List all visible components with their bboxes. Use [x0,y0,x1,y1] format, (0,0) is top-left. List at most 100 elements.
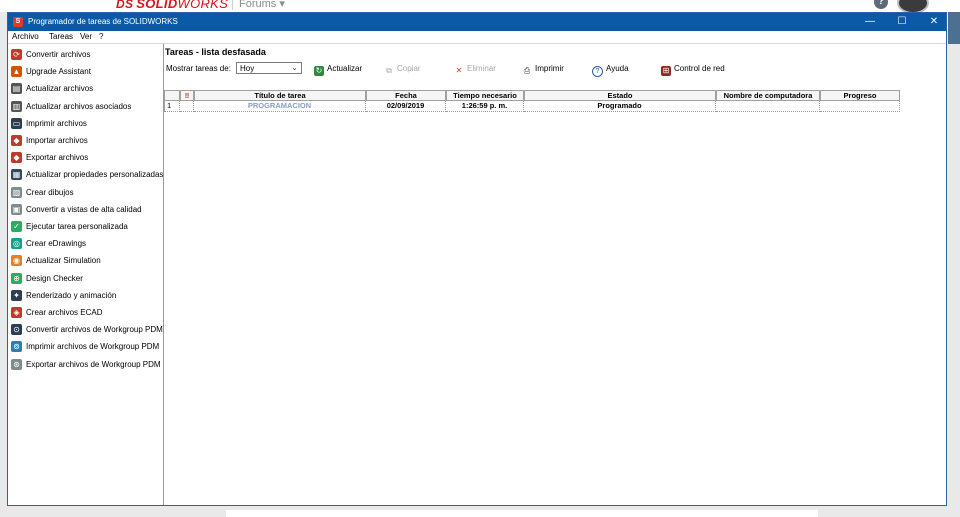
create-drawings-icon: ▨ [11,186,22,198]
task-computer-cell [716,101,820,112]
edrawings-icon: ◎ [11,238,22,250]
print-button[interactable]: ⎙ Imprimir [522,64,564,76]
header-computer-name[interactable]: Nombre de computadora [716,90,820,101]
task-item-label: Imprimir archivos [26,118,87,128]
window-titlebar[interactable]: S Programador de tareas de SOLIDWORKS — … [8,13,946,31]
task-item-label: Actualizar propiedades personalizadas [26,170,164,180]
chevron-down-icon: ⌄ [291,63,298,72]
header-date[interactable]: Fecha [366,90,446,101]
task-scheduler-window: S Programador de tareas de SOLIDWORKS — … [7,12,947,506]
menu-archivo[interactable]: Archivo [12,32,39,41]
pdm-convert-icon: ⊙ [11,324,22,336]
task-item-label: Convertir archivos [26,50,91,59]
help-icon: ? [592,66,603,77]
header-status[interactable]: Estado [524,90,716,101]
task-item-label: Renderizado y animación [26,290,117,300]
task-title-cell[interactable]: PROGRAMACION [194,101,366,112]
menu-help[interactable]: ? [99,32,103,41]
task-item-update-files[interactable]: ▤ Actualizar archivos [11,82,163,96]
solidworks-app-icon[interactable]: S [13,17,23,27]
task-item-design-checker[interactable]: ⊕ Design Checker [11,272,163,286]
task-item-update-associated[interactable]: ▥ Actualizar archivos asociados [11,100,163,114]
task-item-pdm-export[interactable]: ⊛ Exportar archivos de Workgroup PDM [11,358,163,372]
forums-menu-link[interactable]: Forums ▾ [232,0,285,10]
render-animation-icon: ✦ [11,289,22,301]
sort-icon[interactable]: ‼ [180,90,194,101]
task-item-label: Ejecutar tarea personalizada [26,222,128,231]
pdm-export-icon: ⊛ [11,358,22,370]
show-tasks-value: Hoy [240,64,255,73]
import-files-icon: ◆ [11,135,22,146]
delete-icon: ✕ [455,66,463,75]
show-tasks-dropdown[interactable]: Hoy ⌄ [236,62,302,74]
task-toolbar: Mostrar tareas de: Hoy ⌄ ↻ Actualizar ⧉ Co… [164,61,946,77]
upgrade-assistant-icon: ▲ [11,66,22,78]
simulation-icon: ◉ [11,255,22,267]
site-help-icon[interactable]: ? [874,0,888,9]
convert-files-icon: ⟳ [11,49,22,60]
scheduled-tasks-pane: Tareas - lista desfasada Mostrar tareas … [164,44,946,505]
copy-button[interactable]: ⧉ Copiar [384,64,420,76]
task-item-convert-files[interactable]: ⟳ Convertir archivos [11,48,163,62]
menu-bar: Archivo Tareas Ver ? [8,31,946,44]
custom-properties-icon: ▦ [11,169,22,181]
task-item-simulation[interactable]: ◉ Actualizar Simulation [11,254,163,268]
help-button[interactable]: ? Ayuda [592,64,629,77]
custom-task-icon: ✓ [11,221,22,232]
printer-icon: ⎙ [523,66,531,75]
task-item-label: Actualizar archivos [26,84,94,94]
task-item-custom-task[interactable]: ✓ Ejecutar tarea personalizada [11,220,163,234]
update-associated-icon: ▥ [11,100,22,112]
task-time-cell: 1:26:59 p. m. [446,101,524,112]
update-files-icon: ▤ [11,83,22,95]
solidworks-logo[interactable]: DS SOLIDWORKS [116,0,228,11]
task-item-render-animation[interactable]: ✦ Renderizado y animación [11,289,163,303]
refresh-button[interactable]: ↻ Actualizar [314,64,362,76]
task-item-create-drawings[interactable]: ▨ Crear dibujos [11,186,163,200]
minimize-button[interactable]: — [853,13,887,31]
task-item-edrawings[interactable]: ◎ Crear eDrawings [11,237,163,251]
task-item-export-files[interactable]: ◆ Exportar archivos [11,151,163,165]
page-bottom-strip [226,510,818,517]
close-button[interactable]: ✕ [917,13,951,31]
task-item-label: Imprimir archivos de Workgroup PDM [26,342,160,352]
maximize-button[interactable]: ☐ [885,13,919,31]
task-item-import-files[interactable]: ◆ Importar archivos [11,134,163,148]
refresh-icon: ↻ [314,66,324,76]
header-row-number [164,90,180,101]
menu-tareas[interactable]: Tareas [49,32,73,41]
task-item-label: Convertir a vistas de alta calidad [26,204,142,214]
task-item-custom-properties[interactable]: ▦ Actualizar propiedades personalizadas [11,168,163,182]
network-control-button[interactable]: ⊞ Control de red [661,64,725,76]
task-item-ecad[interactable]: ◈ Crear archivos ECAD [11,306,163,320]
task-item-label: Crear archivos ECAD [26,308,103,317]
header-task-title[interactable]: Título de tarea [194,90,366,101]
task-item-label: Crear eDrawings [26,239,87,249]
window-title: Programador de tareas de SOLIDWORKS [28,17,178,26]
export-files-icon: ◆ [11,152,22,164]
show-tasks-label: Mostrar tareas de: [166,64,231,73]
header-progress[interactable]: Progreso [820,90,900,101]
task-item-label: Upgrade Assistant [26,67,91,77]
row-flag-cell [180,101,194,112]
menu-ver[interactable]: Ver [80,32,92,41]
task-item-pdm-convert[interactable]: ⊙ Convertir archivos de Workgroup PDM [11,323,163,337]
task-item-label: Exportar archivos de Workgroup PDM [26,359,161,369]
header-time-required[interactable]: Tiempo necesario [446,90,524,101]
pane-title: Tareas - lista desfasada [165,47,266,57]
task-date-cell: 02/09/2019 [366,101,446,112]
task-progress-cell [820,101,900,112]
task-item-print-files[interactable]: ▭ Imprimir archivos [11,117,163,131]
design-checker-icon: ⊕ [11,272,22,284]
task-item-pdm-print[interactable]: ⊚ Imprimir archivos de Workgroup PDM [11,340,163,354]
task-item-high-quality-views[interactable]: ▣ Convertir a vistas de alta calidad [11,203,163,217]
task-item-label: Convertir archivos de Workgroup PDM [26,325,163,335]
task-item-upgrade-assistant[interactable]: ▲ Upgrade Assistant [11,65,163,79]
task-item-label: Actualizar Simulation [26,256,101,266]
print-files-icon: ▭ [11,117,22,129]
task-item-label: Crear dibujos [26,187,74,197]
high-quality-views-icon: ▣ [11,203,22,215]
row-number: 1 [164,101,180,112]
delete-button[interactable]: ✕ Eliminar [454,64,496,76]
browser-page-header: DS SOLIDWORKS Forums ▾ ? [0,0,960,14]
